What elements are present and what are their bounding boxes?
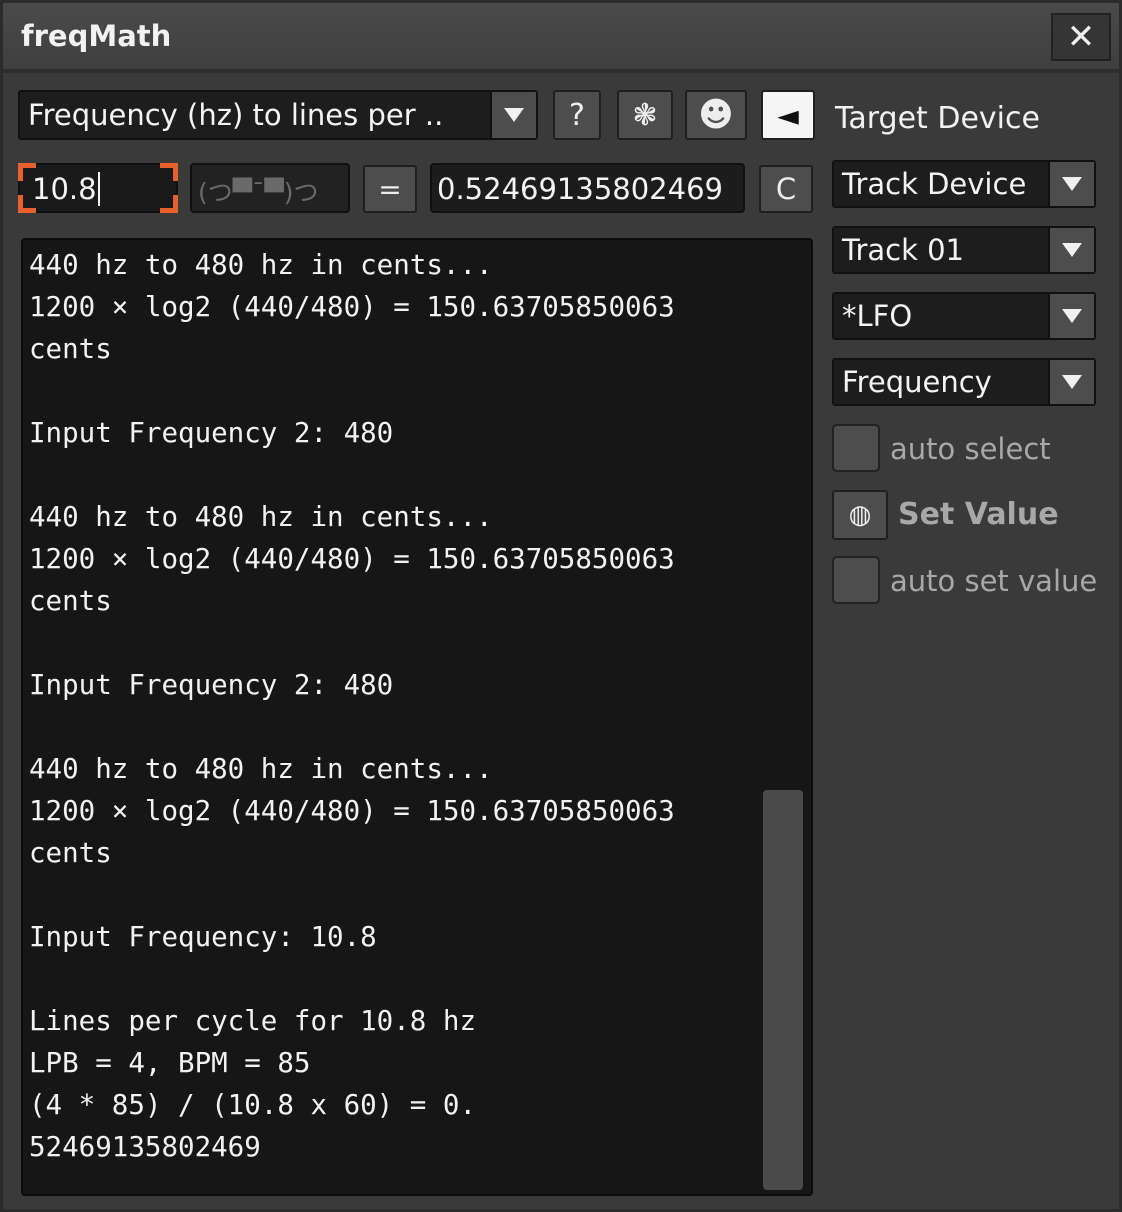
set-value-button[interactable]: ◍ [832, 490, 888, 540]
conversion-mode-select[interactable]: Frequency (hz) to lines per .. [18, 90, 538, 140]
face-button[interactable]: ☻ [685, 90, 747, 140]
frequency-input[interactable]: 10.8 [18, 163, 178, 213]
device-type-select[interactable]: Track Device [832, 160, 1096, 208]
auto-set-value-label: auto set value [890, 564, 1098, 598]
output-line: 440 hz to 480 hz in cents... [29, 501, 493, 533]
device-type-label: Track Device [842, 167, 1027, 201]
equals-button[interactable]: = [363, 165, 417, 213]
smiley-icon: ☻ [698, 95, 734, 135]
auto-select-label: auto select [890, 432, 1051, 466]
help-icon: ? [569, 97, 585, 133]
chevron-down-icon [1048, 228, 1094, 272]
output-line: 1200 × log2 (440/480) = 150.63705850063 [29, 291, 675, 323]
track-label: Track 01 [842, 233, 965, 267]
operator-face-label: (つ▀¯▀)つ [198, 178, 319, 207]
collapse-panel-button[interactable]: ◄ [761, 90, 815, 140]
title-bar[interactable]: freqMath ✕ [3, 3, 1119, 73]
parameter-label: Frequency [842, 365, 992, 399]
clear-label: C [775, 172, 797, 206]
help-button[interactable]: ? [553, 90, 601, 140]
output-line: (4 * 85) / (10.8 x 60) = 0. [29, 1089, 477, 1121]
clear-button[interactable]: C [759, 165, 813, 213]
output-line: Input Frequency: 10.8 [29, 921, 377, 953]
track-select[interactable]: Track 01 [832, 226, 1096, 274]
output-scrollbar[interactable] [763, 790, 803, 1190]
device-label: *LFO [842, 299, 913, 333]
parameter-select[interactable]: Frequency [832, 358, 1096, 406]
output-line: 440 hz to 480 hz in cents... [29, 753, 493, 785]
output-text: 440 hz to 480 hz in cents... 1200 × log2 … [29, 244, 675, 1168]
arrow-left-icon: ◄ [777, 98, 799, 132]
output-line: Input Frequency 2: 480 [29, 417, 394, 449]
flower-icon: ❃ [632, 97, 658, 133]
output-line: LPB = 4, BPM = 85 [29, 1047, 311, 1079]
equals-label: = [378, 172, 402, 206]
window-title: freqMath [21, 19, 172, 53]
close-button[interactable]: ✕ [1051, 13, 1111, 61]
output-line: 1200 × log2 (440/480) = 150.63705850063 [29, 543, 675, 575]
result-value: 0.52469135802469 [437, 172, 723, 206]
chevron-down-icon [490, 92, 536, 138]
output-line: 440 hz to 480 hz in cents... [29, 249, 493, 281]
chevron-down-icon [1048, 294, 1094, 338]
conversion-mode-label: Frequency (hz) to lines per .. [28, 98, 444, 132]
chevron-down-icon [1048, 162, 1094, 206]
result-field[interactable]: 0.52469135802469 [430, 163, 745, 213]
close-icon: ✕ [1066, 17, 1096, 57]
output-line: Lines per cycle for 10.8 hz [29, 1005, 477, 1037]
output-line: 1200 × log2 (440/480) = 150.63705850063 [29, 795, 675, 827]
set-value-icon: ◍ [848, 500, 872, 530]
output-console[interactable]: 440 hz to 480 hz in cents... 1200 × log2 … [21, 238, 813, 1196]
corner-bottom-right [160, 195, 178, 213]
corner-top-right [160, 163, 178, 181]
operator-button[interactable]: (つ▀¯▀)つ [190, 163, 350, 213]
chevron-down-icon [1048, 360, 1094, 404]
auto-set-value-checkbox[interactable] [832, 556, 880, 604]
frequency-input-value: 10.8 [32, 172, 100, 206]
settings-button[interactable]: ❃ [617, 90, 673, 140]
freqmath-window: freqMath ✕ Frequency (hz) to lines per .… [0, 0, 1122, 1212]
auto-select-checkbox[interactable] [832, 424, 880, 472]
device-select[interactable]: *LFO [832, 292, 1096, 340]
output-line: cents [29, 837, 112, 869]
output-line: Input Frequency 2: 480 [29, 669, 394, 701]
output-line: 52469135802469 [29, 1131, 261, 1163]
set-value-label: Set Value [898, 497, 1059, 532]
output-line: cents [29, 585, 112, 617]
target-device-heading: Target Device [835, 101, 1040, 136]
output-line: cents [29, 333, 112, 365]
